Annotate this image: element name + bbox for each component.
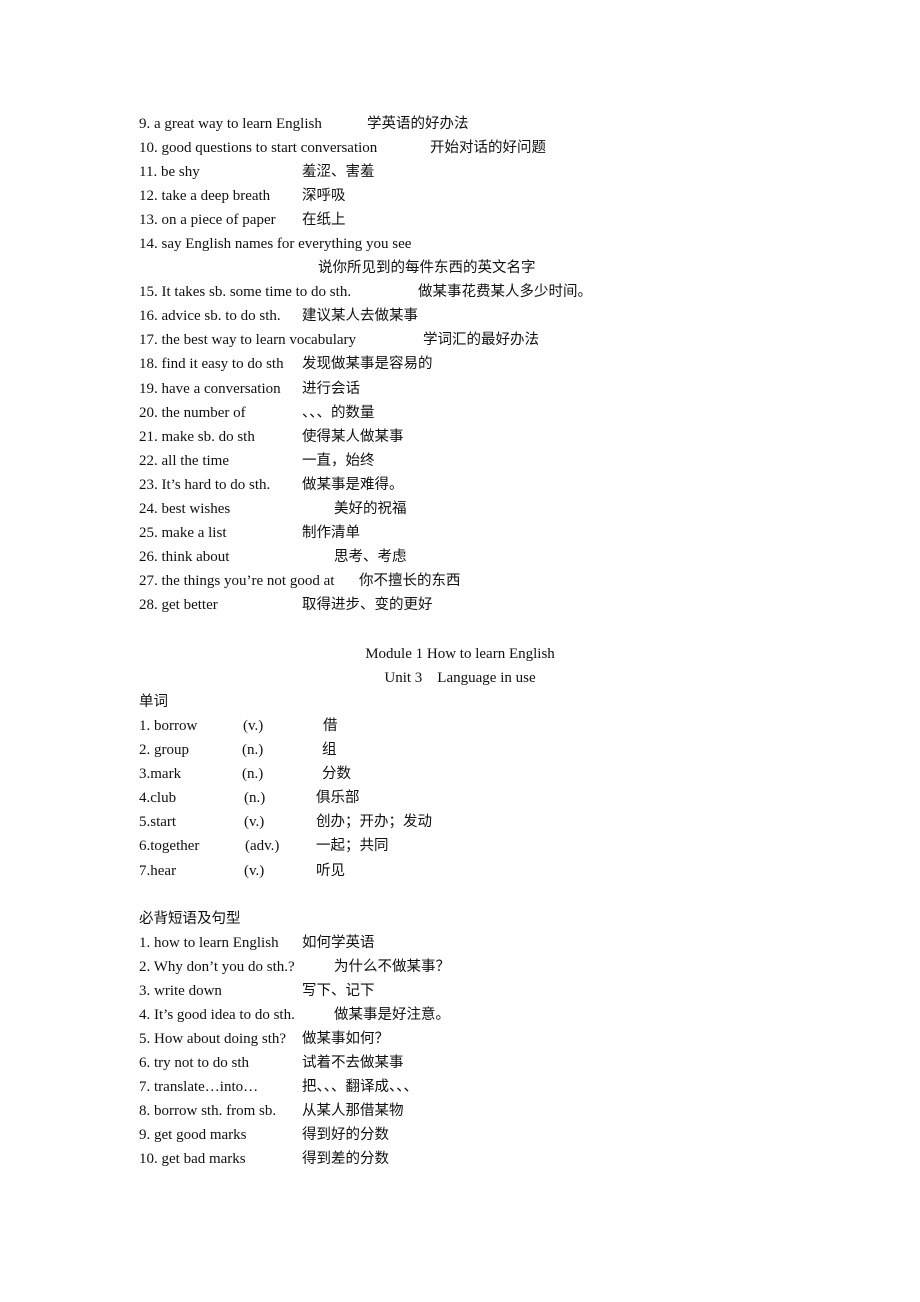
- vocab-meaning: 创办；开办；发动: [316, 814, 432, 830]
- phrase-chinese: 发现做某事是容易的: [302, 356, 433, 372]
- phrase-english: 28. get better: [139, 597, 218, 613]
- unit-title: Unit 3 Language in use: [384, 670, 536, 686]
- phrase-english: 26. think about: [139, 549, 230, 565]
- phrase-english: 24. best wishes: [139, 501, 231, 517]
- part-of-speech: (v.): [244, 814, 265, 830]
- phrase-chinese: 得到差的分数: [302, 1151, 389, 1167]
- phrase-english: 22. all the time: [139, 453, 229, 469]
- phrase-chinese: 一直，始终: [302, 453, 375, 469]
- phrase-english: 14. say English names for everything you…: [139, 236, 412, 252]
- phrase-english: 6. try not to do sth: [139, 1055, 250, 1071]
- phrase-chinese: 羞涩、害羞: [302, 164, 375, 180]
- vocab-word: 2. group: [139, 742, 189, 758]
- phrase-chinese: 把、、、翻译成、、、: [302, 1079, 418, 1095]
- phrase-english: 2. Why don’t you do sth.?: [139, 959, 295, 975]
- phrase-english: 11. be shy: [139, 164, 200, 180]
- phrase-chinese: 做某事是好注意。: [334, 1007, 450, 1023]
- phrase-english: 4. It’s good idea to do sth.: [139, 1007, 295, 1023]
- phrase-chinese: 思考、考虑: [334, 549, 407, 565]
- part-of-speech: (v.): [243, 718, 264, 734]
- phrase-english: 12. take a deep breath: [139, 188, 271, 204]
- phrase-english: 15. It takes sb. some time to do sth.: [139, 284, 352, 300]
- phrase-english: 21. make sb. do sth: [139, 429, 255, 445]
- phrase-chinese: 做某事如何？: [302, 1031, 389, 1047]
- phrase-english: 19. have a conversation: [139, 381, 281, 397]
- phrase-chinese: 、、、的数量: [302, 405, 375, 421]
- vocab-meaning: 一起；共同: [316, 838, 389, 854]
- phrase-chinese: 深呼吸: [302, 188, 346, 204]
- vocab-meaning: 分数: [322, 766, 351, 782]
- phrase-chinese: 做某事是难得。: [302, 477, 404, 493]
- phrase-chinese: 试着不去做某事: [302, 1055, 404, 1071]
- phrase-english: 25. make a list: [139, 525, 227, 541]
- module-title: Module 1 How to learn English: [365, 646, 555, 662]
- phrase-chinese: 在纸上: [302, 212, 346, 228]
- phrase-english: 10. get bad marks: [139, 1151, 246, 1167]
- vocab-meaning: 组: [322, 742, 337, 758]
- phrase-english: 10. good questions to start conversation: [139, 140, 378, 156]
- phrase-chinese: 使得某人做某事: [302, 429, 404, 445]
- part-of-speech: (adv.): [245, 838, 280, 854]
- phrase-chinese: 建议某人去做某事: [302, 308, 418, 324]
- part-of-speech: (v.): [244, 863, 265, 879]
- phrase-english: 8. borrow sth. from sb.: [139, 1103, 277, 1119]
- phrase-english: 1. how to learn English: [139, 935, 279, 951]
- phrase-chinese: 从某人那借某物: [302, 1103, 404, 1119]
- phrase-english: 27. the things you’re not good at: [139, 573, 335, 589]
- part-of-speech: (n.): [242, 766, 264, 782]
- phrase-english: 23. It’s hard to do sth.: [139, 477, 271, 493]
- vocab-meaning: 俱乐部: [316, 790, 360, 806]
- phrase-chinese: 如何学英语: [302, 935, 375, 951]
- phrase-chinese: 进行会话: [302, 381, 360, 397]
- phrase-chinese: 为什么不做某事？: [334, 959, 450, 975]
- phrase-english: 13. on a piece of paper: [139, 212, 276, 228]
- part-of-speech: (n.): [242, 742, 264, 758]
- phrase-english: 5. How about doing sth?: [139, 1031, 287, 1047]
- phrase-english: 18. find it easy to do sth: [139, 356, 284, 372]
- phrase-chinese: 取得进步、变的更好: [302, 597, 433, 613]
- vocab-meaning: 借: [323, 718, 338, 734]
- vocab-word: 5.start: [139, 814, 177, 830]
- phrase-chinese: 学词汇的最好办法: [423, 332, 539, 348]
- vocab-word: 1. borrow: [139, 718, 198, 734]
- phrase-chinese: 写下、记下: [302, 983, 375, 999]
- vocab-meaning: 听见: [316, 863, 345, 879]
- vocabulary-heading: 单词: [139, 694, 168, 710]
- phrase-chinese: 美好的祝福: [334, 501, 407, 517]
- vocab-word: 3.mark: [139, 766, 182, 782]
- phrase-english: 9. get good marks: [139, 1127, 247, 1143]
- vocab-word: 7.hear: [139, 863, 177, 879]
- phrase-chinese: 得到好的分数: [302, 1127, 389, 1143]
- phrase-chinese: 开始对话的好问题: [430, 140, 546, 156]
- vocab-word: 4.club: [139, 790, 177, 806]
- phrase-english: 17. the best way to learn vocabulary: [139, 332, 357, 348]
- phrase-chinese: 你不擅长的东西: [359, 573, 461, 589]
- phrase-chinese: 制作清单: [302, 525, 360, 541]
- phrase-english: 9. a great way to learn English: [139, 116, 322, 132]
- phrase-english: 7. translate…into…: [139, 1079, 259, 1095]
- phrase-english: 20. the number of: [139, 405, 246, 421]
- phrase-chinese: 学英语的好办法: [367, 116, 469, 132]
- phrase-chinese: 说你所见到的每件东西的英文名字: [318, 260, 536, 276]
- phrase-chinese: 做某事花费某人多少时间。: [418, 284, 592, 300]
- phrases-heading: 必背短语及句型: [139, 911, 241, 927]
- phrase-english: 16. advice sb. to do sth.: [139, 308, 281, 324]
- phrase-english: 3. write down: [139, 983, 222, 999]
- part-of-speech: (n.): [244, 790, 266, 806]
- vocab-word: 6.together: [139, 838, 200, 854]
